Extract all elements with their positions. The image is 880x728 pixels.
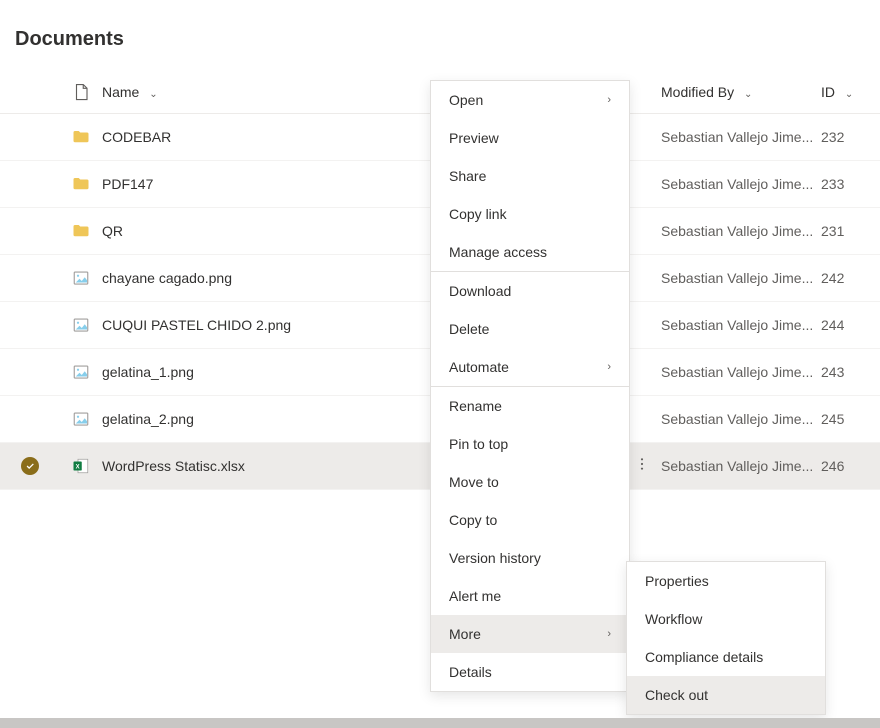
- submenu-item-compliance[interactable]: Compliance details: [627, 638, 825, 676]
- row-id: 243: [821, 364, 844, 380]
- row-id: 242: [821, 270, 844, 286]
- footer-bar: [0, 718, 880, 728]
- menu-item-label: Pin to top: [449, 436, 508, 452]
- menu-item-label: Download: [449, 283, 511, 299]
- file-header-icon: [72, 83, 90, 99]
- file-name[interactable]: WordPress Statisc.xlsx: [102, 458, 245, 474]
- modified-by: Sebastian Vallejo Jime...: [661, 270, 813, 286]
- menu-item-label: Copy link: [449, 206, 507, 222]
- menu-item-preview[interactable]: Preview: [431, 119, 629, 157]
- menu-item-copy-link[interactable]: Copy link: [431, 195, 629, 233]
- modified-by: Sebastian Vallejo Jime...: [661, 364, 813, 380]
- image-icon: [72, 315, 90, 331]
- modified-by: Sebastian Vallejo Jime...: [661, 176, 813, 192]
- chevron-right-icon: ›: [607, 94, 611, 106]
- chevron-down-icon: ⌄: [149, 89, 157, 100]
- menu-item-open[interactable]: Open ›: [431, 81, 629, 119]
- image-icon: [72, 409, 90, 425]
- modified-by: Sebastian Vallejo Jime...: [661, 129, 813, 145]
- file-name[interactable]: gelatina_1.png: [102, 364, 194, 380]
- menu-item-share[interactable]: Share: [431, 157, 629, 195]
- modified-by: Sebastian Vallejo Jime...: [661, 411, 813, 427]
- context-menu: Open › Preview Share Copy link Manage acc…: [430, 80, 630, 692]
- image-icon: [72, 268, 90, 284]
- more-actions-icon[interactable]: [634, 459, 650, 475]
- svg-text:X: X: [76, 464, 80, 470]
- menu-item-label: Version history: [449, 550, 541, 566]
- menu-item-automate[interactable]: Automate ›: [431, 348, 629, 386]
- column-header-id-label: ID: [821, 84, 835, 100]
- column-header-id[interactable]: ID ⌄: [820, 71, 880, 113]
- column-header-name-label: Name: [102, 84, 139, 100]
- menu-item-label: Open: [449, 92, 483, 108]
- submenu-item-properties[interactable]: Properties: [627, 562, 825, 600]
- submenu-item-check-out[interactable]: Check out: [627, 676, 825, 714]
- menu-item-label: Manage access: [449, 244, 547, 260]
- chevron-down-icon: ⌄: [845, 89, 853, 100]
- image-icon: [72, 362, 90, 378]
- chevron-down-icon: ⌄: [744, 89, 752, 100]
- row-id: 246: [821, 458, 844, 474]
- file-name[interactable]: gelatina_2.png: [102, 411, 194, 427]
- modified-by: Sebastian Vallejo Jime...: [661, 458, 813, 474]
- column-header-modified-by-label: Modified By: [661, 84, 734, 100]
- menu-item-label: Move to: [449, 474, 499, 490]
- modified-by: Sebastian Vallejo Jime...: [661, 317, 813, 333]
- row-id: 245: [821, 411, 844, 427]
- row-id: 233: [821, 176, 844, 192]
- selected-check-icon: [21, 457, 39, 475]
- menu-item-version-history[interactable]: Version history: [431, 539, 629, 577]
- menu-item-download[interactable]: Download: [431, 272, 629, 310]
- submenu-item-workflow[interactable]: Workflow: [627, 600, 825, 638]
- menu-item-rename[interactable]: Rename: [431, 387, 629, 425]
- menu-item-label: Copy to: [449, 512, 497, 528]
- context-submenu-more: Properties Workflow Compliance details C…: [626, 561, 826, 715]
- menu-item-label: Workflow: [645, 611, 702, 627]
- menu-item-label: Check out: [645, 687, 708, 703]
- menu-item-move-to[interactable]: Move to: [431, 463, 629, 501]
- menu-item-manage-access[interactable]: Manage access: [431, 233, 629, 271]
- menu-item-label: Share: [449, 168, 486, 184]
- folder-icon: [72, 221, 90, 237]
- file-name[interactable]: QR: [102, 223, 123, 239]
- page-title: Documents: [0, 0, 880, 71]
- menu-item-label: Preview: [449, 130, 499, 146]
- menu-item-label: Delete: [449, 321, 489, 337]
- chevron-right-icon: ›: [607, 361, 611, 373]
- file-name[interactable]: CUQUI PASTEL CHIDO 2.png: [102, 317, 291, 333]
- menu-item-label: Details: [449, 664, 492, 680]
- row-id: 244: [821, 317, 844, 333]
- menu-item-alert-me[interactable]: Alert me: [431, 577, 629, 615]
- excel-icon: X: [72, 456, 90, 472]
- menu-item-label: Automate: [449, 359, 509, 375]
- menu-item-label: Rename: [449, 398, 502, 414]
- chevron-right-icon: ›: [607, 628, 611, 640]
- menu-item-details[interactable]: Details: [431, 653, 629, 691]
- menu-item-label: Alert me: [449, 588, 501, 604]
- menu-item-label: More: [449, 626, 481, 642]
- file-name[interactable]: chayane cagado.png: [102, 270, 232, 286]
- modified-by: Sebastian Vallejo Jime...: [661, 223, 813, 239]
- menu-item-delete[interactable]: Delete: [431, 310, 629, 348]
- folder-icon: [72, 174, 90, 190]
- file-name[interactable]: CODEBAR: [102, 129, 171, 145]
- column-header-modified-by[interactable]: Modified By ⌄: [660, 71, 820, 113]
- row-id: 232: [821, 129, 844, 145]
- file-name[interactable]: PDF147: [102, 176, 153, 192]
- row-id: 231: [821, 223, 844, 239]
- folder-icon: [72, 127, 90, 143]
- menu-item-pin-to-top[interactable]: Pin to top: [431, 425, 629, 463]
- menu-item-more[interactable]: More ›: [431, 615, 629, 653]
- menu-item-label: Compliance details: [645, 649, 763, 665]
- menu-item-copy-to[interactable]: Copy to: [431, 501, 629, 539]
- menu-item-label: Properties: [645, 573, 709, 589]
